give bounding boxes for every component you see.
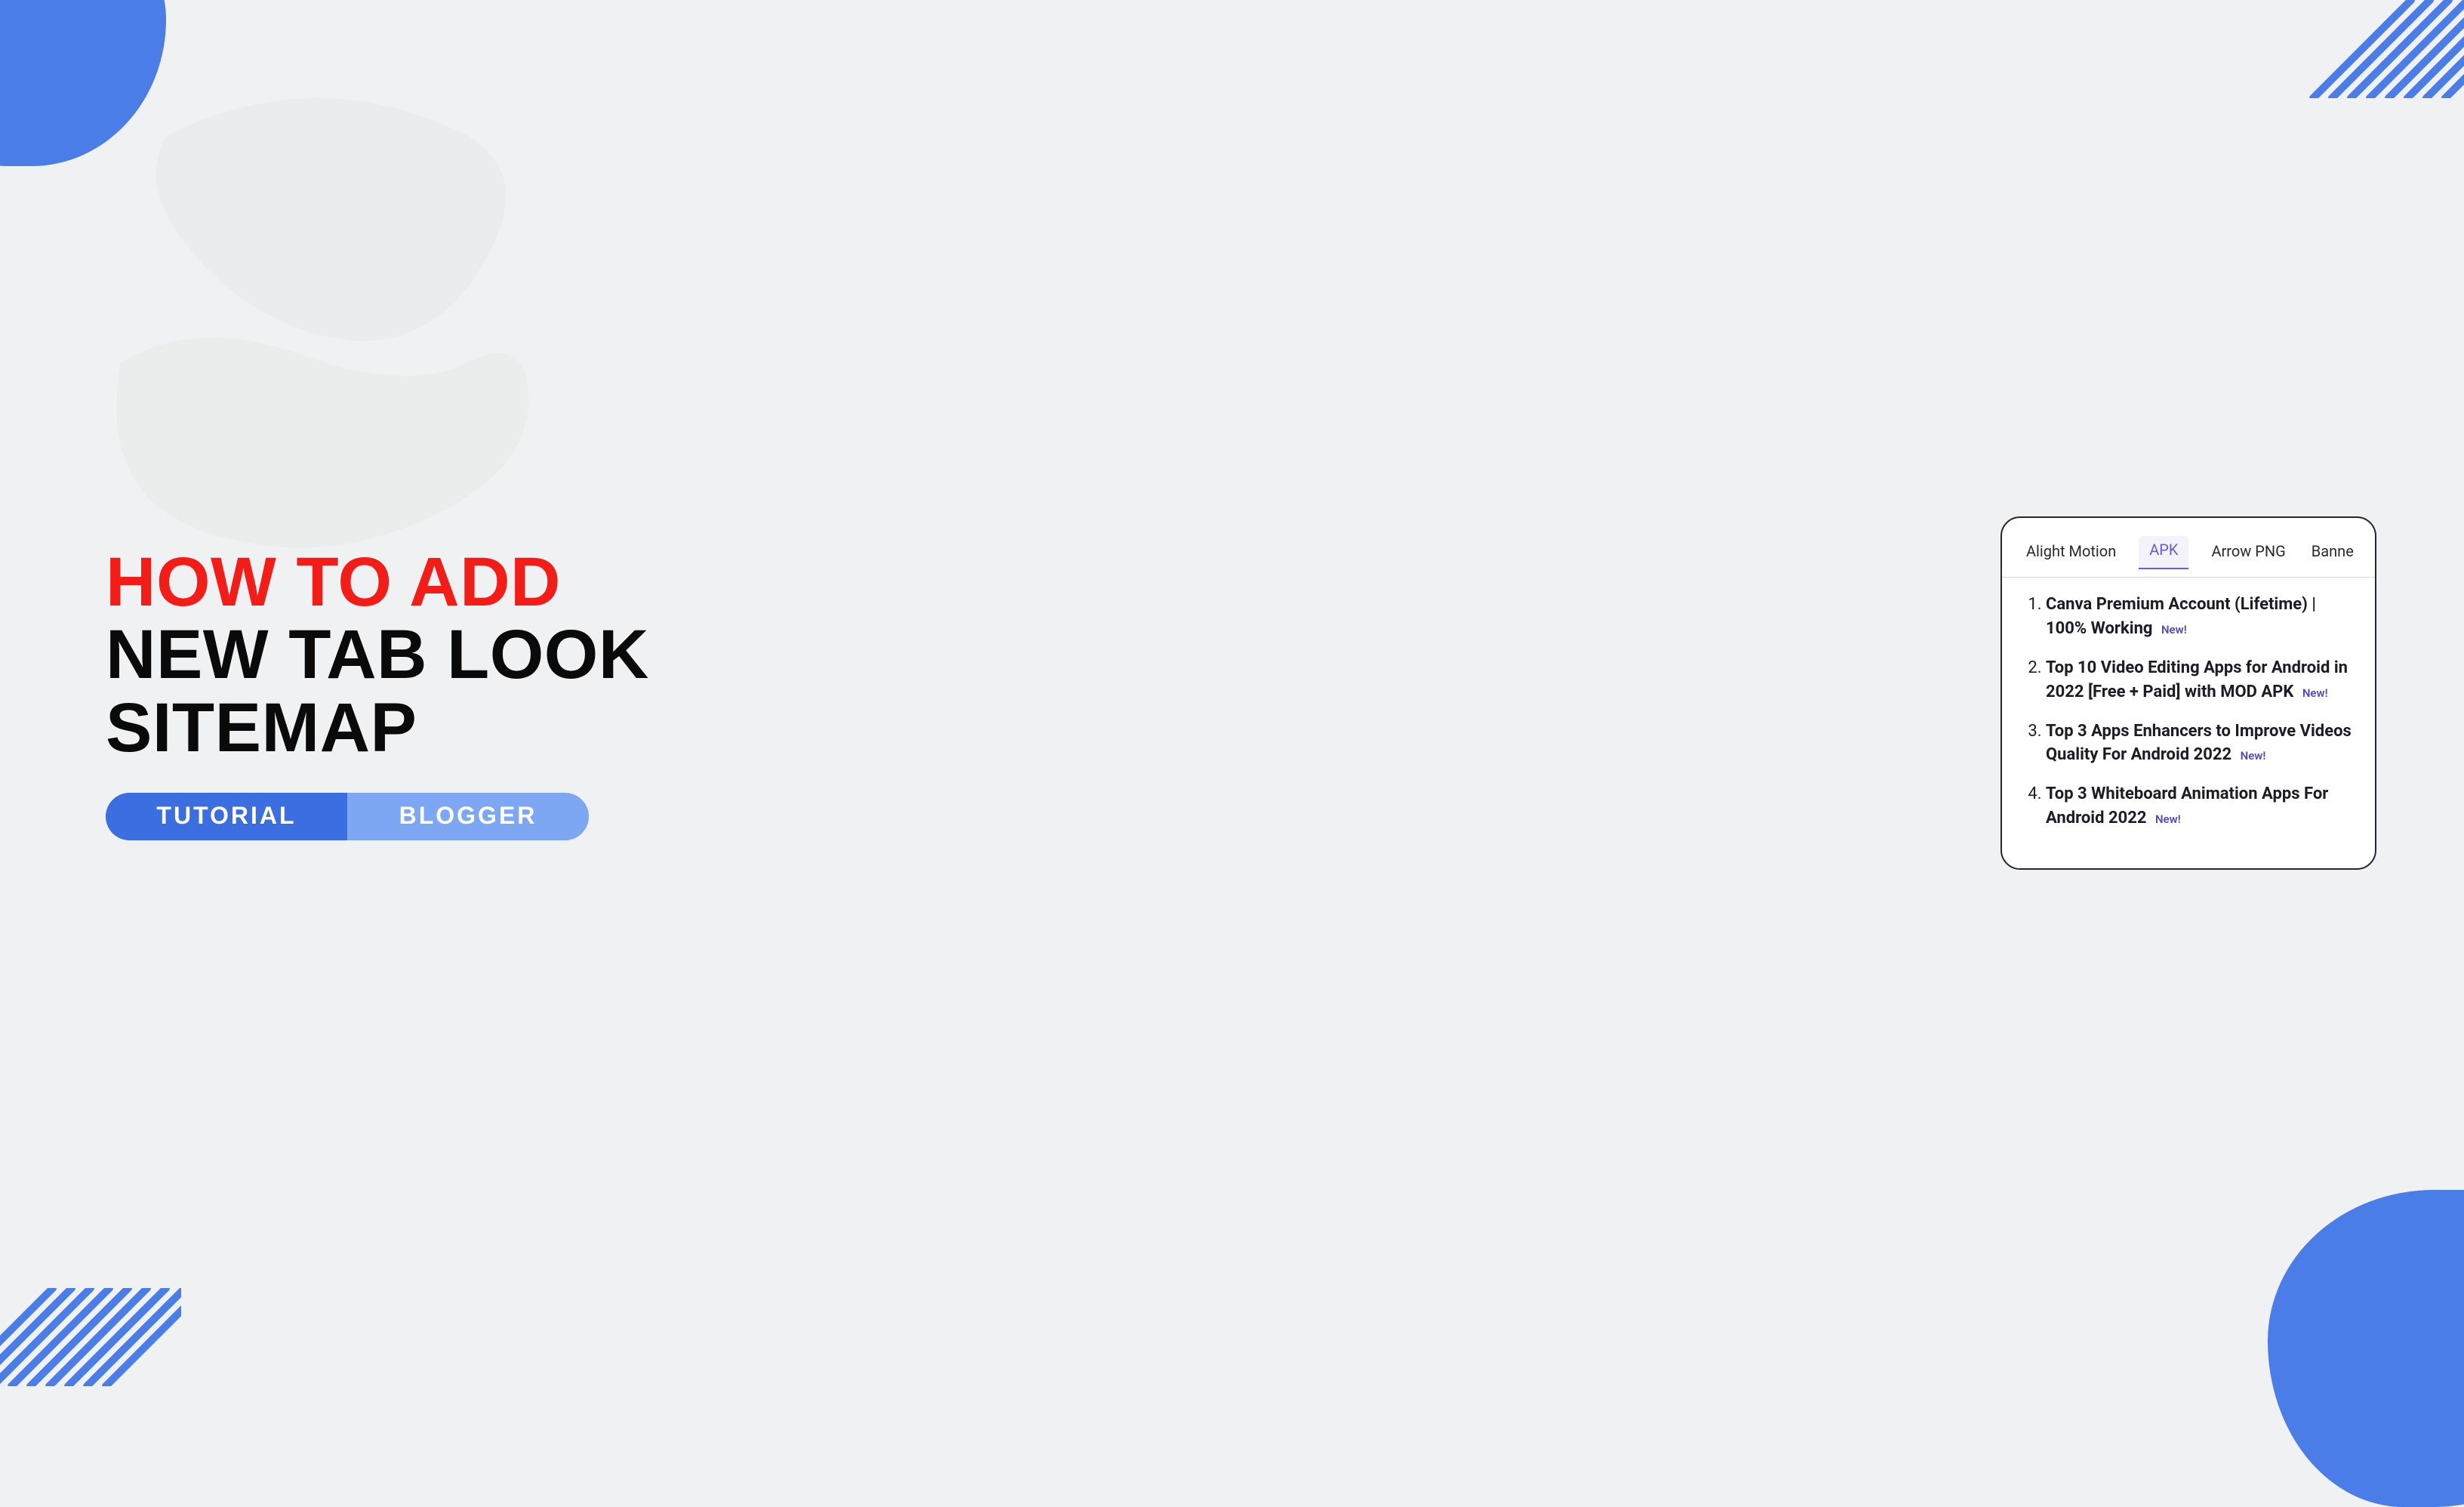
post-title[interactable]: Top 3 Whiteboard Animation Apps For Andr…: [2046, 784, 2328, 827]
headline-block: HOW TO ADD NEW TAB LOOK SITEMAP TUTORIAL…: [106, 546, 649, 841]
pill-blogger: BLOGGER: [347, 793, 589, 840]
new-badge: New!: [2241, 749, 2266, 763]
tab-alight-motion[interactable]: Alight Motion: [2023, 538, 2119, 569]
post-item: Top 3 Apps Enhancers to Improve Videos Q…: [2046, 720, 2352, 768]
tab-arrow-png[interactable]: Arrow PNG: [2208, 538, 2288, 569]
new-badge: New!: [2302, 686, 2328, 700]
tab-list: Alight Motion APK Arrow PNG Banne: [2002, 536, 2375, 578]
pill-tutorial: TUTORIAL: [106, 793, 347, 840]
post-item: Top 10 Video Editing Apps for Android in…: [2046, 656, 2352, 704]
headline-line-3: SITEMAP: [106, 692, 649, 765]
tab-banner[interactable]: Banne: [2308, 538, 2357, 569]
post-title[interactable]: Top 3 Apps Enhancers to Improve Videos Q…: [2046, 722, 2352, 765]
headline-line-1: HOW TO ADD: [106, 546, 649, 619]
headline-line-2: NEW TAB LOOK: [106, 618, 649, 692]
post-item: Canva Premium Account (Lifetime) | 100% …: [2046, 593, 2352, 641]
post-list: Canva Premium Account (Lifetime) | 100% …: [2002, 578, 2375, 831]
pill-bar: TUTORIAL BLOGGER: [106, 793, 589, 840]
new-badge: New!: [2161, 623, 2187, 636]
sitemap-widget: Alight Motion APK Arrow PNG Banne Canva …: [2000, 516, 2376, 870]
tab-apk[interactable]: APK: [2139, 536, 2188, 569]
new-badge: New!: [2155, 812, 2181, 826]
post-item: Top 3 Whiteboard Animation Apps For Andr…: [2046, 782, 2352, 831]
